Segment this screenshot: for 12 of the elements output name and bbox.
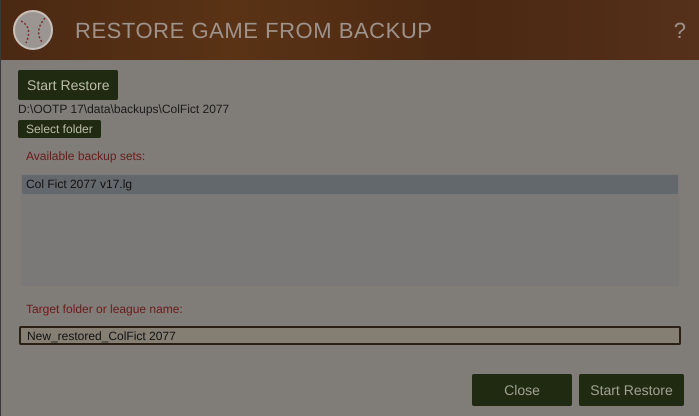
backup-sets-label: Available backup sets:	[26, 148, 146, 165]
folder-path: D:\OOTP 17\data\backups\ColFict 2077	[18, 102, 230, 116]
help-button[interactable]: ?	[674, 14, 686, 46]
backup-item[interactable]: Col Fict 2077 v17.lg	[22, 175, 678, 194]
select-folder-button[interactable]: Select folder	[18, 120, 101, 138]
start-restore-button[interactable]: Start Restore	[579, 374, 684, 406]
start-restore-button[interactable]: Start Restore	[18, 70, 118, 100]
target-label: Target folder or league name:	[26, 301, 184, 318]
close-button[interactable]: Close	[472, 374, 572, 406]
baseball-icon	[12, 9, 54, 51]
window-title: RESTORE GAME FROM BACKUP	[75, 16, 433, 44]
target-field[interactable]: New_restored_ColFict 2077	[19, 326, 681, 345]
